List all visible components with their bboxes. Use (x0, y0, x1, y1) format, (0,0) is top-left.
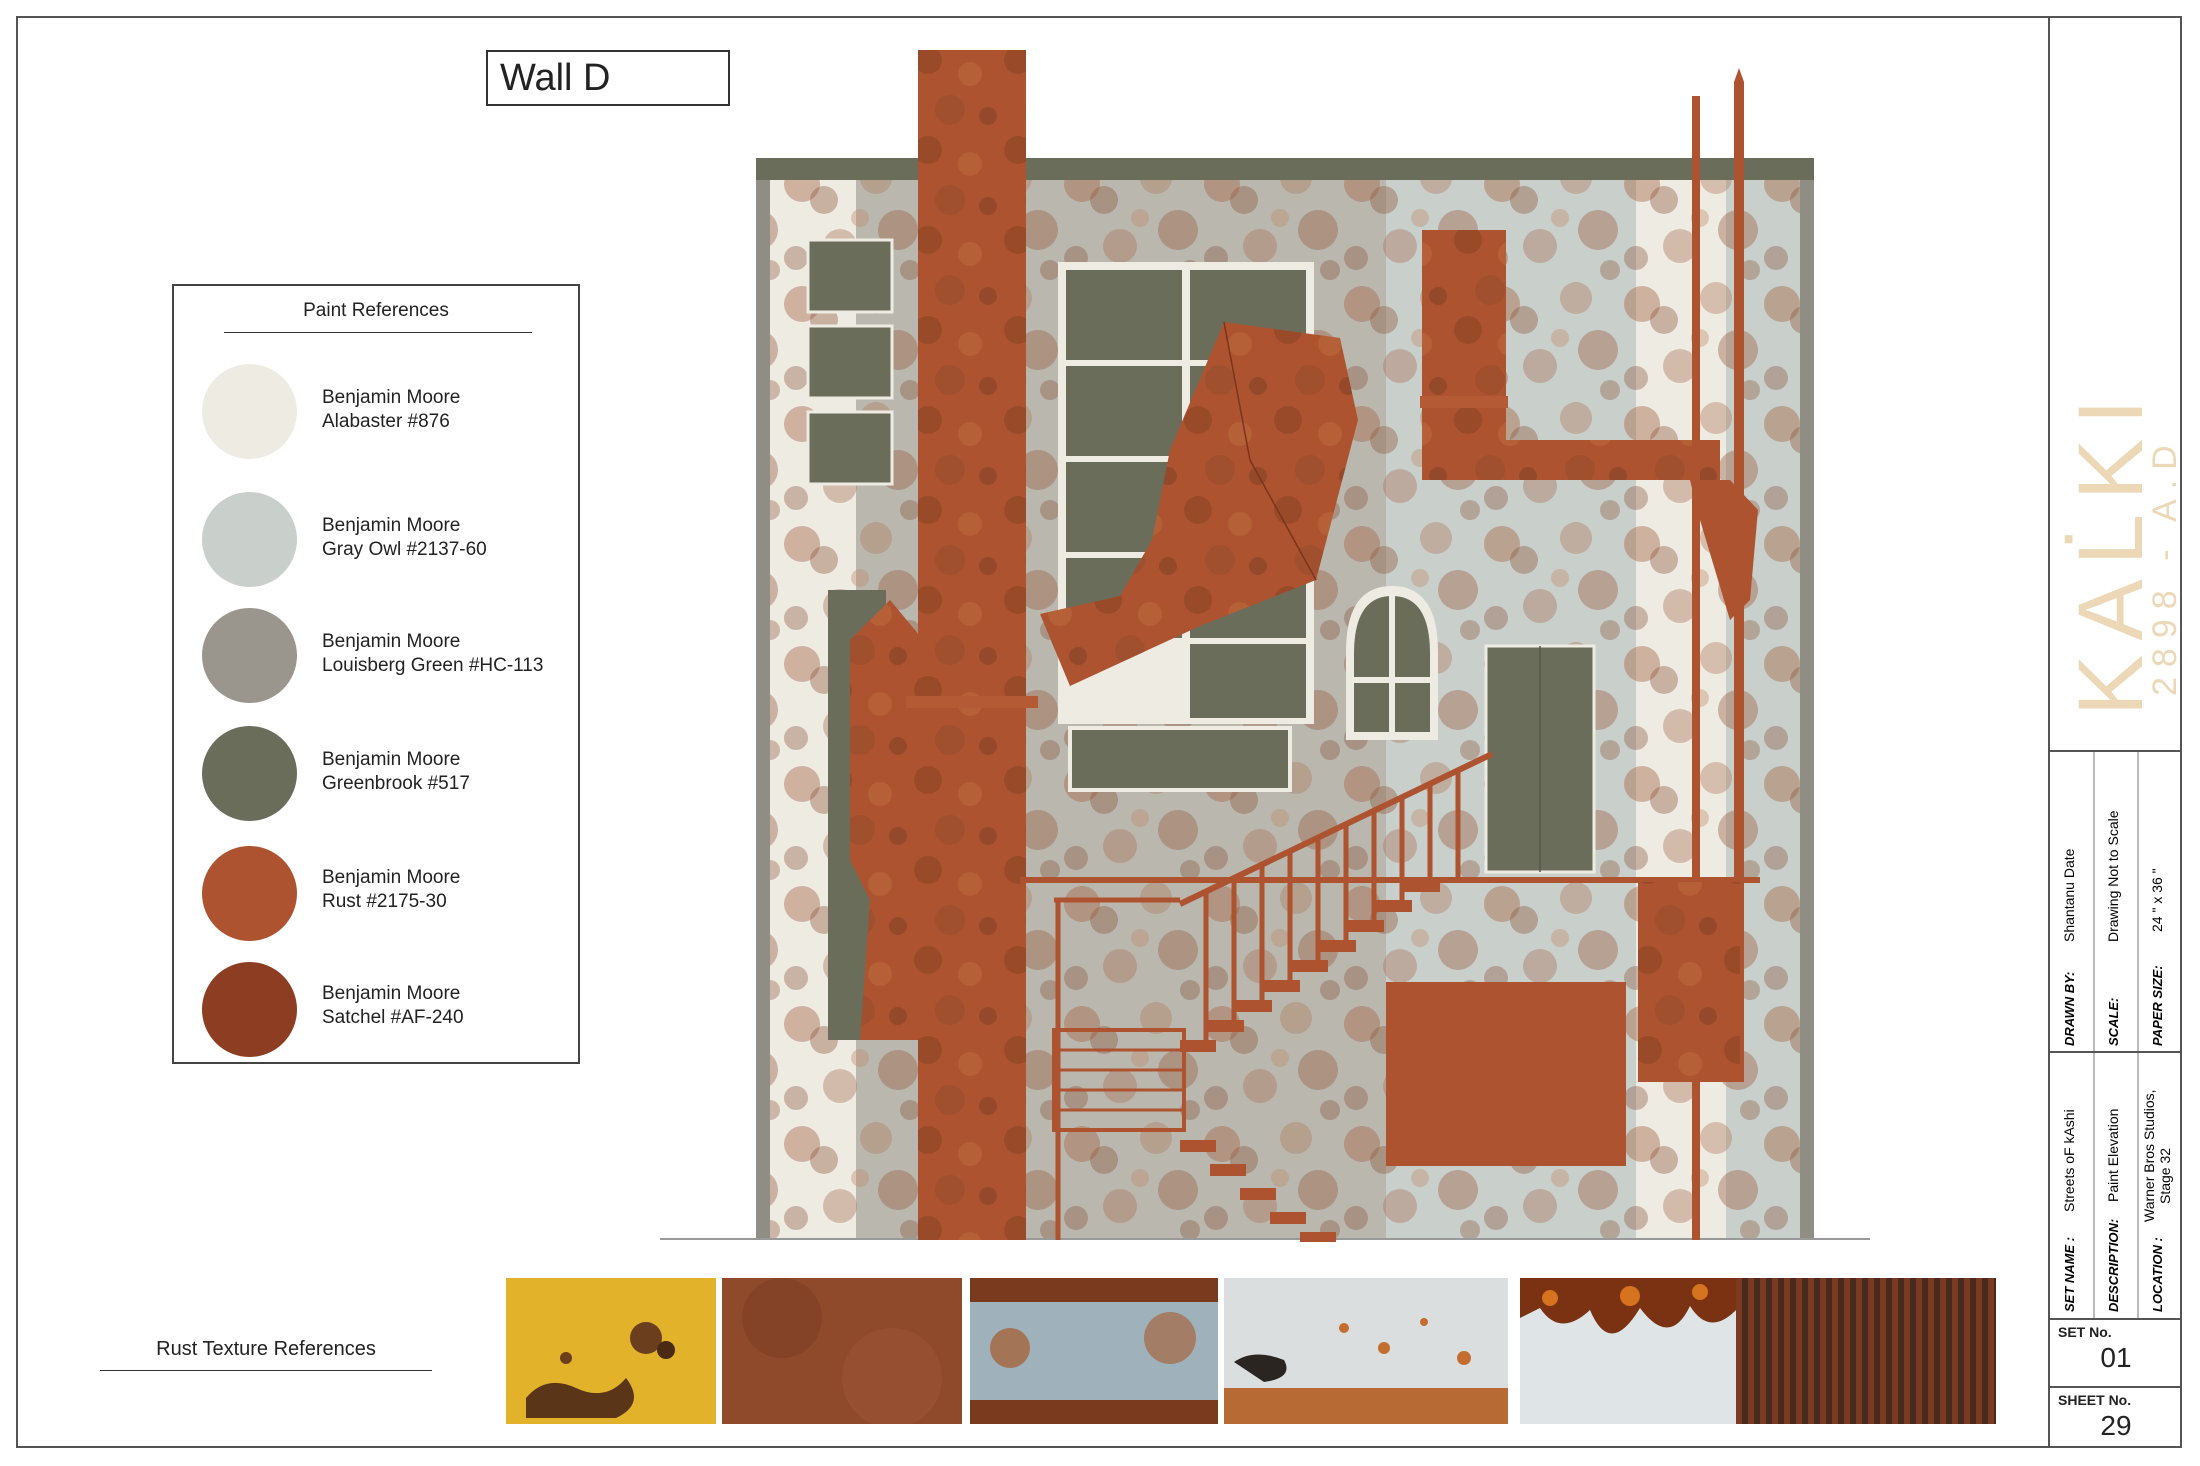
paint-references-heading: Paint References (303, 300, 449, 321)
rust-heading-underline (100, 1370, 432, 1371)
swatch-label-gray-owl: Benjamin Moore Gray Owl #2137-60 (322, 515, 487, 560)
svg-text:24 " x 36 ": 24 " x 36 " (2149, 868, 2165, 932)
swatch-label-rust: Benjamin Moore Rust #2175-30 (322, 867, 461, 912)
chimney-band (906, 696, 1038, 708)
texture-white-rust-drip (1520, 1278, 1738, 1424)
swatch-satchel (202, 962, 297, 1057)
title-block: KAL̇KI 2898 - A.D DRAWN BY: Shantanu Dat… (2048, 16, 2182, 1448)
swatch-louisberg-green (202, 608, 297, 703)
swatch-label-greenbrook: Benjamin Moore Greenbrook #517 (322, 749, 470, 794)
window-left-3 (806, 410, 894, 486)
parapet-cap (756, 158, 1814, 180)
texture-corrugated-rust (1736, 1278, 1996, 1424)
set-no-value: 01 (2100, 1342, 2132, 1373)
title-block-fields: DRAWN BY: Shantanu Date SCALE: Drawing N… (2050, 752, 2182, 1318)
swatch-greenbrook (202, 726, 297, 821)
svg-text:SCALE:: SCALE: (2106, 998, 2121, 1046)
texture-yellow-peeling-paint (506, 1278, 716, 1424)
sheet-no-label: SHEET No. (2058, 1392, 2132, 1408)
svg-text:SET NAME :: SET NAME : (2062, 1237, 2077, 1312)
svg-text:Paint Elevation: Paint Elevation (2105, 1109, 2121, 1202)
svg-text:DESCRIPTION:: DESCRIPTION: (2106, 1219, 2121, 1312)
swatch-label-louisberg-green: Benjamin Moore Louisberg Green #HC-113 (322, 631, 544, 676)
svg-text:Drawing Not to Scale: Drawing Not to Scale (2105, 810, 2121, 942)
left-pilaster (756, 160, 770, 1240)
texture-orange-speckle-rust (1224, 1278, 1508, 1424)
svg-text:PAPER SIZE:: PAPER SIZE: (2150, 965, 2165, 1046)
swatch-label-satchel: Benjamin Moore Satchel #AF-240 (322, 983, 464, 1028)
horizontal-window (1068, 726, 1292, 792)
texture-brown-rust-sheet (722, 1278, 962, 1424)
texture-blue-grey-rust (970, 1278, 1218, 1424)
sheet-no-value: 29 (2100, 1410, 2132, 1441)
svg-text:2898 - A.D: 2898 - A.D (2146, 435, 2182, 696)
window-left-2 (806, 324, 894, 400)
swatch-gray-owl (202, 492, 297, 587)
swatch-rust (202, 846, 297, 941)
set-no-label: SET No. (2058, 1324, 2112, 1340)
heading-underline (224, 332, 532, 333)
svg-text:Streets oF kAshi: Streets oF kAshi (2061, 1109, 2077, 1212)
svg-text:DRAWN BY:: DRAWN BY: (2062, 972, 2077, 1046)
window-left-1 (806, 238, 894, 314)
kalki-logo: KAL̇KI 2898 - A.D (2060, 385, 2182, 716)
svg-text:Stage 32: Stage 32 (2157, 1148, 2173, 1204)
swatch-label-alabaster: Benjamin Moore Alabaster #876 (322, 387, 461, 432)
lower-rust-panel (1386, 982, 1626, 1166)
paint-references-panel: Paint References Benjamin Moore Alabaste… (172, 284, 580, 1064)
svg-text:Warner Bros Studios,: Warner Bros Studios, (2141, 1089, 2157, 1222)
svg-text:LOCATION :: LOCATION : (2150, 1237, 2165, 1312)
svg-text:Shantanu Date: Shantanu Date (2061, 848, 2077, 942)
right-pilaster (1800, 160, 1814, 1240)
rust-texture-heading: Rust Texture References (156, 1338, 376, 1360)
wall-elevation-drawing (660, 50, 1870, 1242)
swatch-alabaster (202, 364, 297, 459)
